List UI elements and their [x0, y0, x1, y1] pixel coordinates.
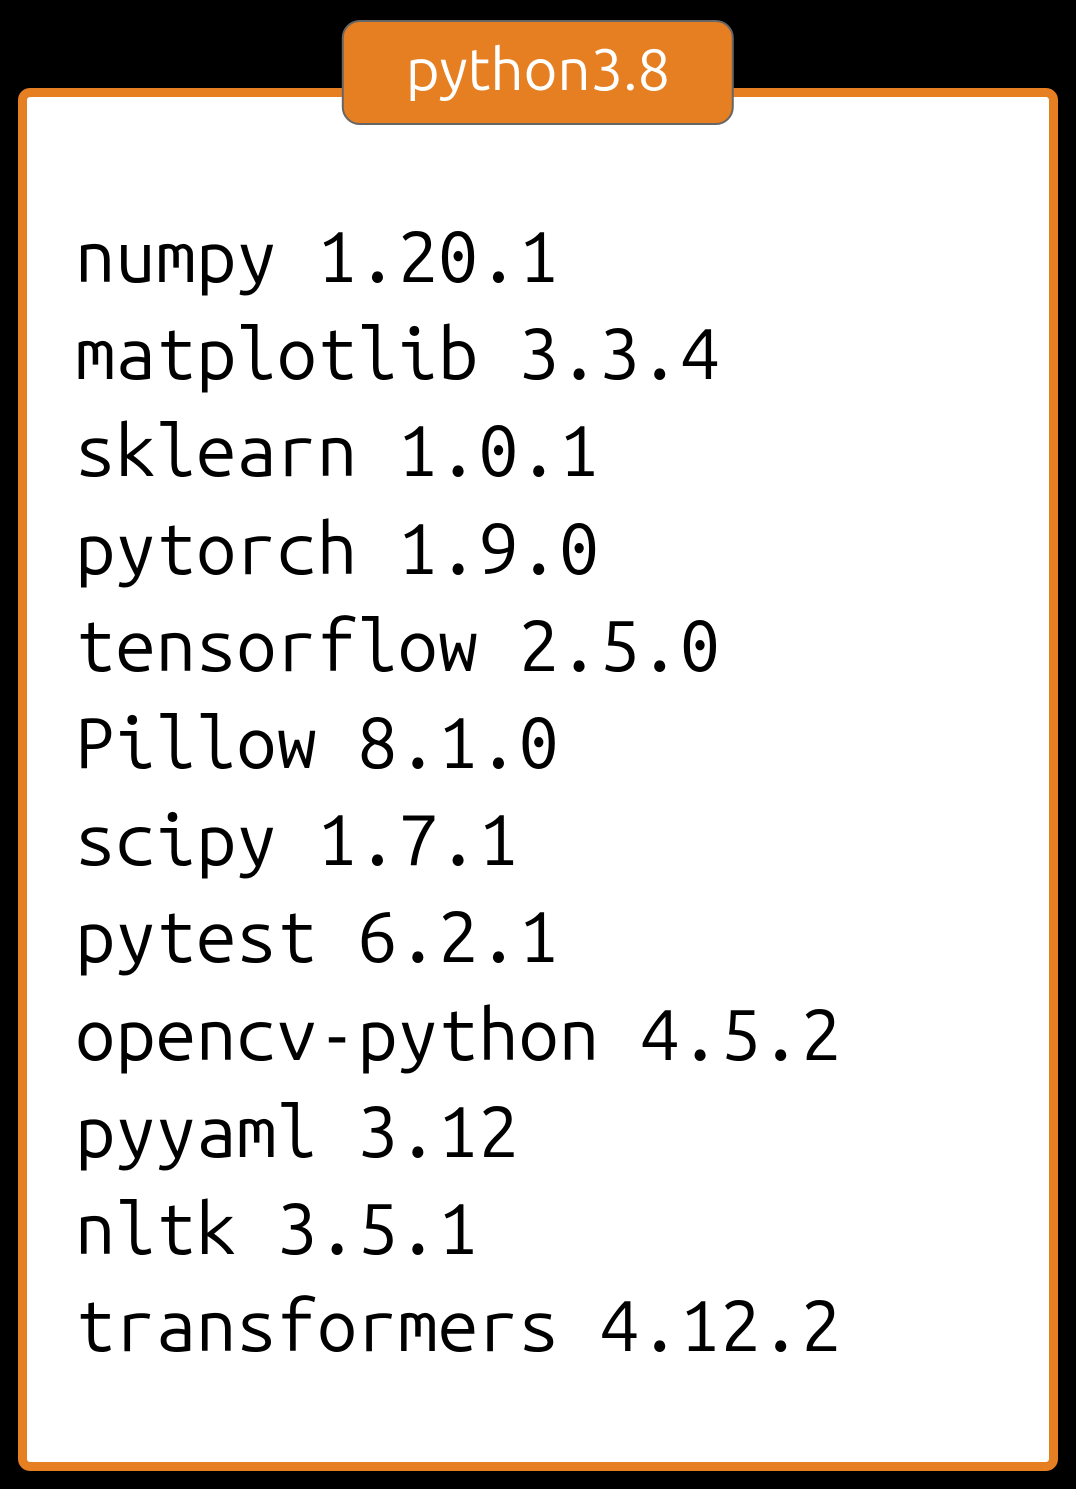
package-name: Pillow — [75, 701, 317, 782]
package-name: transformers — [75, 1284, 559, 1365]
package-version: 3.12 — [357, 1090, 518, 1171]
package-version: 4.12.2 — [599, 1284, 841, 1365]
package-name: pytest — [75, 895, 317, 976]
package-version: 1.9.0 — [398, 507, 600, 588]
package-item: pyyaml 3.12 — [75, 1082, 1001, 1179]
package-item: tensorflow 2.5.0 — [75, 596, 1001, 693]
package-list: numpy 1.20.1 matplotlib 3.3.4 sklearn 1.… — [75, 207, 1001, 1373]
package-version: 3.3.4 — [519, 312, 721, 393]
environment-title: python3.8 — [406, 36, 670, 101]
package-version: 1.7.1 — [317, 798, 519, 879]
package-name: pytorch — [75, 507, 357, 588]
package-version: 4.5.2 — [640, 993, 842, 1074]
package-item: pytest 6.2.1 — [75, 887, 1001, 984]
package-item: pytorch 1.9.0 — [75, 499, 1001, 596]
package-item: sklearn 1.0.1 — [75, 401, 1001, 498]
package-version: 3.5.1 — [277, 1187, 479, 1268]
package-name: scipy — [75, 798, 277, 879]
package-name: pyyaml — [75, 1090, 317, 1171]
package-item: nltk 3.5.1 — [75, 1179, 1001, 1276]
package-item: Pillow 8.1.0 — [75, 693, 1001, 790]
package-version: 1.20.1 — [317, 215, 559, 296]
package-name: nltk — [75, 1187, 236, 1268]
package-name: tensorflow — [75, 604, 478, 685]
package-version: 1.0.1 — [398, 409, 600, 490]
package-version: 6.2.1 — [357, 895, 559, 976]
package-name: sklearn — [75, 409, 357, 490]
package-version: 2.5.0 — [519, 604, 721, 685]
package-item: opencv-python 4.5.2 — [75, 985, 1001, 1082]
package-item: scipy 1.7.1 — [75, 790, 1001, 887]
package-name: matplotlib — [75, 312, 478, 393]
package-container: numpy 1.20.1 matplotlib 3.3.4 sklearn 1.… — [18, 88, 1058, 1471]
package-item: transformers 4.12.2 — [75, 1276, 1001, 1373]
package-version: 8.1.0 — [357, 701, 559, 782]
package-item: numpy 1.20.1 — [75, 207, 1001, 304]
package-item: matplotlib 3.3.4 — [75, 304, 1001, 401]
environment-title-badge: python3.8 — [342, 20, 734, 125]
package-name: numpy — [75, 215, 277, 296]
package-name: opencv-python — [75, 993, 599, 1074]
